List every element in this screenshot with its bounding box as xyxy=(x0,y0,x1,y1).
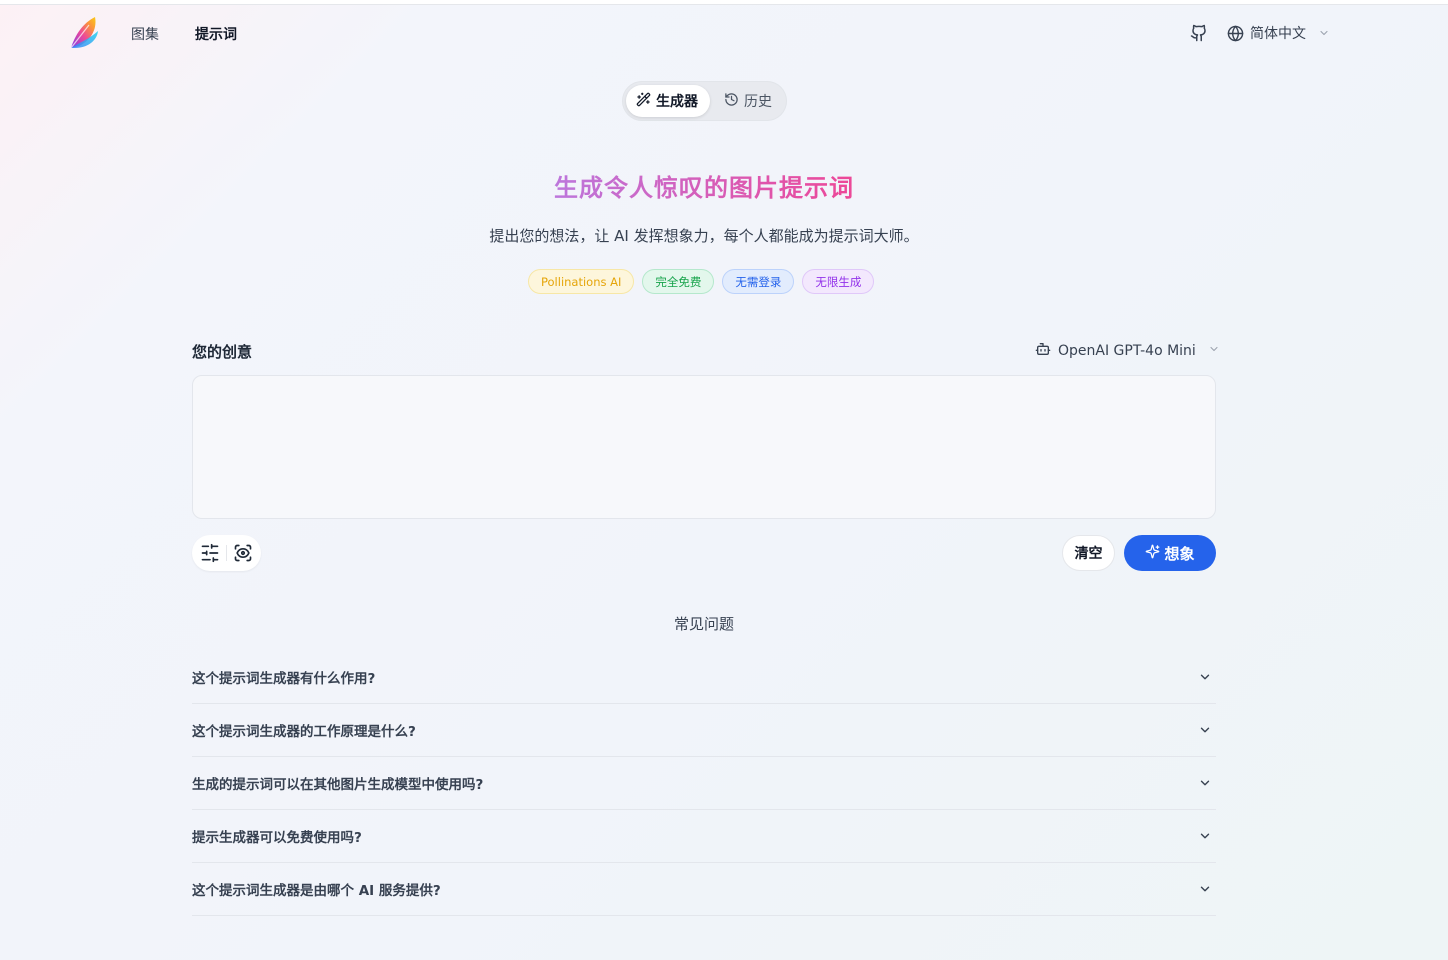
chevron-down-icon xyxy=(1200,833,1210,839)
faq-title: 常见问题 xyxy=(673,615,734,633)
language-label: 简体中文 xyxy=(1250,26,1306,42)
top-header: 图集 提示词 简体中文 xyxy=(0,5,1448,61)
badge-no-login: 无需登录 xyxy=(722,269,795,294)
idea-label: 您的创意 xyxy=(192,343,253,361)
faq-item[interactable]: 提示生成器可以免费使用吗? xyxy=(192,810,1216,863)
clear-button[interactable]: 清空 xyxy=(1062,535,1115,571)
faq-item[interactable]: 这个提示词生成器是由哪个 AI 服务提供? xyxy=(192,863,1216,916)
chevron-down-icon xyxy=(1318,27,1330,39)
globe-icon xyxy=(1227,25,1244,42)
badge-pollinations: Pollinations AI xyxy=(528,269,635,294)
tab-generator-label: 生成器 xyxy=(656,94,698,110)
sparkles-icon xyxy=(1145,544,1160,563)
imagine-button[interactable]: 想象 xyxy=(1124,535,1216,571)
feature-badges: Pollinations AI 完全免费 无需登录 无限生成 xyxy=(528,269,875,294)
tab-history-label: 历史 xyxy=(744,94,772,110)
badge-free: 完全免费 xyxy=(642,269,715,294)
chevron-down-icon xyxy=(1200,727,1210,733)
faq-question: 生成的提示词可以在其他图片生成模型中使用吗? xyxy=(192,777,484,793)
faq-question: 这个提示词生成器有什么作用? xyxy=(192,671,376,687)
tool-pill xyxy=(192,535,261,571)
mode-tab-switch: 生成器 历史 xyxy=(622,81,787,121)
hero-title: 生成令人惊叹的图片提示词 xyxy=(0,168,1408,203)
faq-question: 提示生成器可以免费使用吗? xyxy=(192,830,362,846)
app-logo-icon[interactable] xyxy=(67,15,101,51)
chevron-down-icon xyxy=(1200,780,1210,786)
tab-generator[interactable]: 生成器 xyxy=(626,85,710,117)
faq-item[interactable]: 生成的提示词可以在其他图片生成模型中使用吗? xyxy=(192,757,1216,810)
tab-history[interactable]: 历史 xyxy=(714,85,784,117)
model-label: OpenAI GPT-4o Mini xyxy=(1058,343,1196,359)
bot-icon xyxy=(1035,341,1051,361)
model-selector[interactable]: OpenAI GPT-4o Mini xyxy=(1035,341,1220,361)
faq-question: 这个提示词生成器的工作原理是什么? xyxy=(192,724,416,740)
sliders-icon[interactable] xyxy=(200,543,220,563)
faq-list: 这个提示词生成器有什么作用? 这个提示词生成器的工作原理是什么? 生成的提示词可… xyxy=(192,651,1216,916)
idea-textarea[interactable] xyxy=(192,375,1216,519)
faq-item[interactable]: 这个提示词生成器的工作原理是什么? xyxy=(192,704,1216,757)
chevron-down-icon xyxy=(1208,343,1220,359)
chevron-down-icon xyxy=(1200,886,1210,892)
nav-prompts-link[interactable]: 提示词 xyxy=(195,24,237,44)
chevron-down-icon xyxy=(1200,674,1210,680)
history-icon xyxy=(724,92,739,111)
language-selector[interactable]: 简体中文 xyxy=(1227,22,1330,44)
magic-wand-icon xyxy=(636,92,651,111)
scan-eye-icon[interactable] xyxy=(233,543,253,563)
tool-divider xyxy=(226,545,227,561)
hero-subtitle: 提出您的想法，让 AI 发挥想象力，每个人都能成为提示词大师。 xyxy=(489,227,919,245)
badge-unlimited: 无限生成 xyxy=(802,269,875,294)
faq-item[interactable]: 这个提示词生成器有什么作用? xyxy=(192,651,1216,704)
nav-gallery-link[interactable]: 图集 xyxy=(131,24,159,44)
faq-question: 这个提示词生成器是由哪个 AI 服务提供? xyxy=(192,883,441,899)
github-icon[interactable] xyxy=(1190,24,1208,42)
imagine-label: 想象 xyxy=(1164,544,1195,563)
